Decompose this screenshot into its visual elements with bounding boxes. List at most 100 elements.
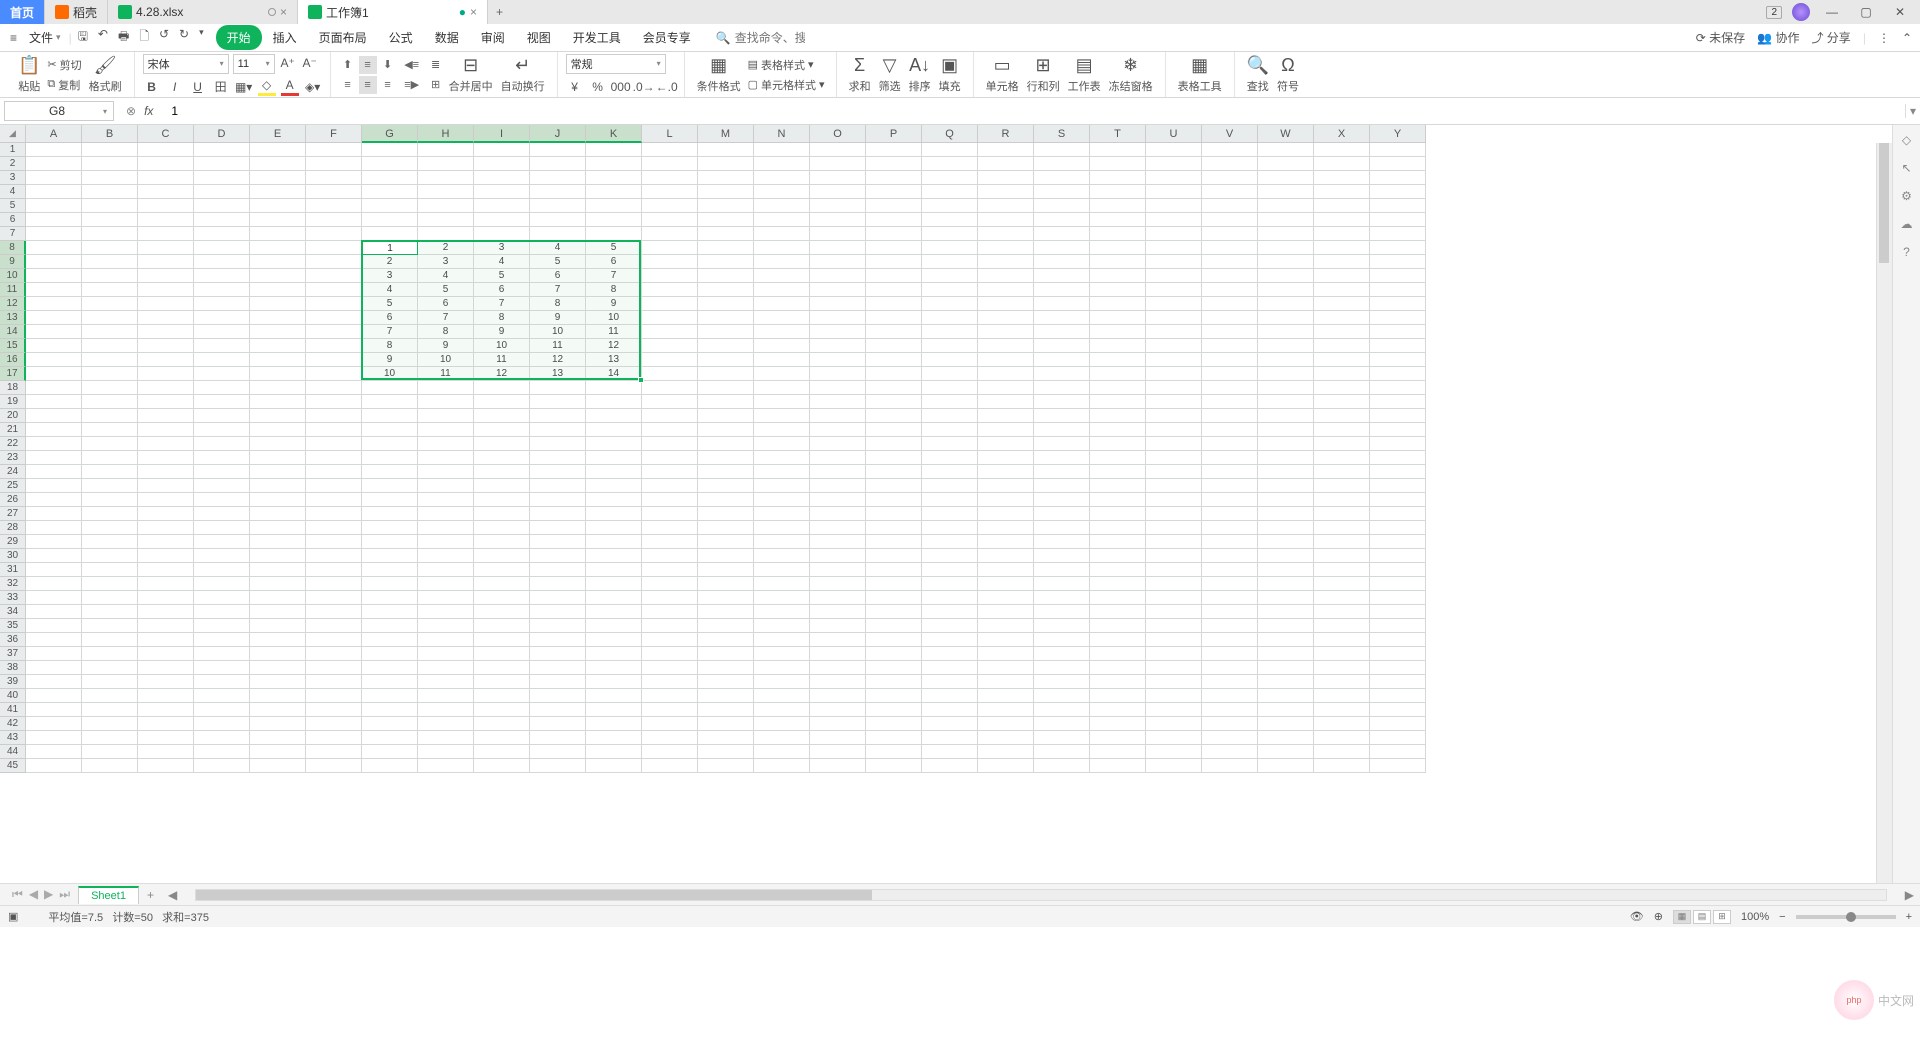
cell[interactable] [1146,227,1202,241]
cell[interactable] [922,577,978,591]
cell[interactable] [306,143,362,157]
cell[interactable] [1258,563,1314,577]
cell[interactable] [1202,157,1258,171]
cell[interactable] [82,591,138,605]
cell[interactable] [754,717,810,731]
cell[interactable] [1370,661,1426,675]
cell[interactable] [194,339,250,353]
cell[interactable] [1146,661,1202,675]
cell[interactable] [250,731,306,745]
cell[interactable] [1034,479,1090,493]
vertical-scrollbar[interactable] [1876,143,1892,883]
cell[interactable] [922,213,978,227]
cell[interactable] [474,171,530,185]
cell[interactable] [1258,493,1314,507]
scroll-left-icon[interactable]: ◀ [162,888,183,902]
cell[interactable] [362,689,418,703]
cell[interactable] [250,675,306,689]
cell[interactable] [866,633,922,647]
cell[interactable] [194,647,250,661]
cell[interactable] [978,591,1034,605]
cell[interactable] [698,535,754,549]
cell[interactable] [866,255,922,269]
cell[interactable] [642,759,698,773]
cell[interactable] [698,171,754,185]
cell[interactable] [698,185,754,199]
col-header[interactable]: M [698,125,754,143]
cell[interactable] [922,157,978,171]
cell[interactable] [418,605,474,619]
cell[interactable] [306,325,362,339]
cell[interactable] [698,563,754,577]
expand-formula-icon[interactable]: ▾ [1905,104,1920,118]
cell[interactable] [250,437,306,451]
cell[interactable] [194,521,250,535]
cell[interactable] [250,689,306,703]
cell[interactable] [138,423,194,437]
cell[interactable] [698,717,754,731]
cell[interactable]: 11 [418,367,474,381]
cell[interactable] [810,619,866,633]
cell[interactable] [1146,619,1202,633]
cell[interactable] [418,493,474,507]
scroll-right-icon[interactable]: ▶ [1899,888,1920,902]
cell[interactable] [1034,619,1090,633]
cell[interactable] [866,437,922,451]
cell[interactable] [530,437,586,451]
cell[interactable] [978,297,1034,311]
cell[interactable] [1090,269,1146,283]
cell[interactable] [474,507,530,521]
cell[interactable] [530,227,586,241]
cell[interactable] [82,675,138,689]
row-header[interactable]: 37 [0,647,26,661]
cell[interactable] [26,577,82,591]
cell[interactable] [1258,409,1314,423]
cell[interactable]: 7 [474,297,530,311]
cell[interactable] [698,479,754,493]
cell[interactable] [418,717,474,731]
cell[interactable] [138,325,194,339]
cell[interactable] [418,213,474,227]
cell[interactable] [474,745,530,759]
cell[interactable] [1034,493,1090,507]
increase-decimal-icon[interactable]: .0→ [635,78,653,96]
row-header[interactable]: 34 [0,605,26,619]
cell[interactable] [978,437,1034,451]
row-header[interactable]: 7 [0,227,26,241]
cell[interactable] [810,395,866,409]
cell[interactable] [866,269,922,283]
cell[interactable]: 8 [474,311,530,325]
cell[interactable] [810,717,866,731]
cell[interactable] [978,199,1034,213]
cell[interactable] [138,395,194,409]
cell[interactable] [754,143,810,157]
cell[interactable] [418,381,474,395]
cell[interactable] [1090,605,1146,619]
cell[interactable] [194,703,250,717]
cell[interactable] [1258,549,1314,563]
focus-icon[interactable]: ⊕ [1654,910,1663,923]
cell[interactable] [586,185,642,199]
cell[interactable] [26,325,82,339]
avatar[interactable] [1792,3,1810,21]
cell[interactable] [250,367,306,381]
freeze-button[interactable]: ❄冻结窗格 [1105,55,1157,94]
cell[interactable] [26,339,82,353]
cell[interactable] [530,647,586,661]
cell[interactable] [306,563,362,577]
cell[interactable] [1146,451,1202,465]
cell[interactable] [194,745,250,759]
cell[interactable] [978,171,1034,185]
cell[interactable] [1202,283,1258,297]
cell[interactable] [922,339,978,353]
cell[interactable] [866,521,922,535]
cell[interactable] [922,269,978,283]
cell[interactable] [250,619,306,633]
cell[interactable] [642,521,698,535]
cell[interactable] [194,549,250,563]
cell[interactable] [642,339,698,353]
cell[interactable] [82,619,138,633]
cell[interactable] [978,703,1034,717]
cell[interactable] [474,521,530,535]
cell[interactable] [754,675,810,689]
